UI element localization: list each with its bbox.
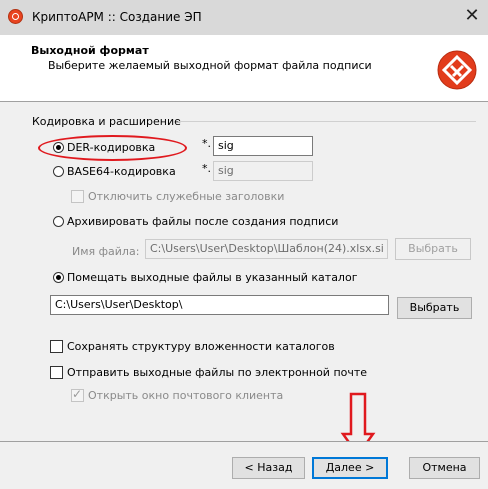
keep-structure-checkbox[interactable]: [50, 340, 63, 353]
title-bar: КриптоАРМ :: Создание ЭП ✕: [0, 0, 488, 35]
encoding-group-label: Кодировка и расширение: [32, 115, 181, 128]
cryptoarm-app-icon: [8, 9, 23, 24]
red-highlight-ellipse: [38, 135, 187, 161]
send-email-label[interactable]: Отправить выходные файлы по электронной …: [67, 366, 367, 379]
back-button[interactable]: < Назад: [232, 457, 305, 479]
send-email-checkbox[interactable]: [50, 366, 63, 379]
group-divider: [178, 121, 476, 122]
disable-headers-checkbox[interactable]: [71, 190, 84, 203]
archive-filename-value: C:\Users\User\Desktop\Шаблон(24).xlsx.si: [150, 242, 384, 255]
output-dir-browse-button[interactable]: Выбрать: [397, 297, 472, 319]
base64-extension-value: sig: [218, 164, 234, 177]
output-dir-path-input[interactable]: C:\Users\User\Desktop\: [50, 295, 389, 315]
open-mail-client-label: Открыть окно почтового клиента: [88, 389, 284, 402]
cancel-button[interactable]: Отмена: [409, 457, 480, 479]
output-dir-path-value: C:\Users\User\Desktop\: [55, 298, 183, 311]
checkmark-icon: ✓: [72, 387, 83, 401]
filename-label: Имя файла:: [72, 245, 140, 258]
output-dir-radio-label[interactable]: Помещать выходные файлы в указанный ката…: [67, 271, 357, 284]
disable-headers-label: Отключить служебные заголовки: [88, 190, 285, 203]
window-title: КриптоАРМ :: Создание ЭП: [32, 10, 202, 24]
archive-radio[interactable]: [53, 216, 64, 227]
open-mail-client-checkbox[interactable]: ✓: [71, 387, 84, 402]
keep-structure-label[interactable]: Сохранять структуру вложенности каталого…: [67, 340, 335, 353]
base64-ext-prefix: *.: [202, 162, 211, 175]
page-subtitle: Выберите желаемый выходной формат файла …: [48, 59, 372, 72]
archive-radio-label[interactable]: Архивировать файлы после создания подпис…: [67, 215, 338, 228]
archive-filename-input[interactable]: C:\Users\User\Desktop\Шаблон(24).xlsx.si: [145, 239, 388, 259]
output-dir-radio[interactable]: [53, 272, 64, 283]
der-ext-prefix: *.: [202, 137, 211, 150]
der-extension-input[interactable]: sig: [213, 136, 313, 156]
der-extension-value: sig: [218, 139, 234, 152]
base64-radio[interactable]: [53, 166, 64, 177]
archive-browse-button[interactable]: Выбрать: [395, 238, 471, 260]
page-title: Выходной формат: [31, 44, 149, 57]
base64-radio-label[interactable]: BASE64-кодировка: [67, 165, 176, 178]
close-icon[interactable]: ✕: [462, 6, 482, 26]
wizard-header: Выходной формат Выберите желаемый выходн…: [0, 35, 488, 101]
next-button[interactable]: Далее >: [312, 457, 388, 479]
footer-divider: [0, 441, 488, 442]
base64-extension-input[interactable]: sig: [213, 161, 313, 181]
cryptoarm-logo-icon: [437, 50, 477, 90]
